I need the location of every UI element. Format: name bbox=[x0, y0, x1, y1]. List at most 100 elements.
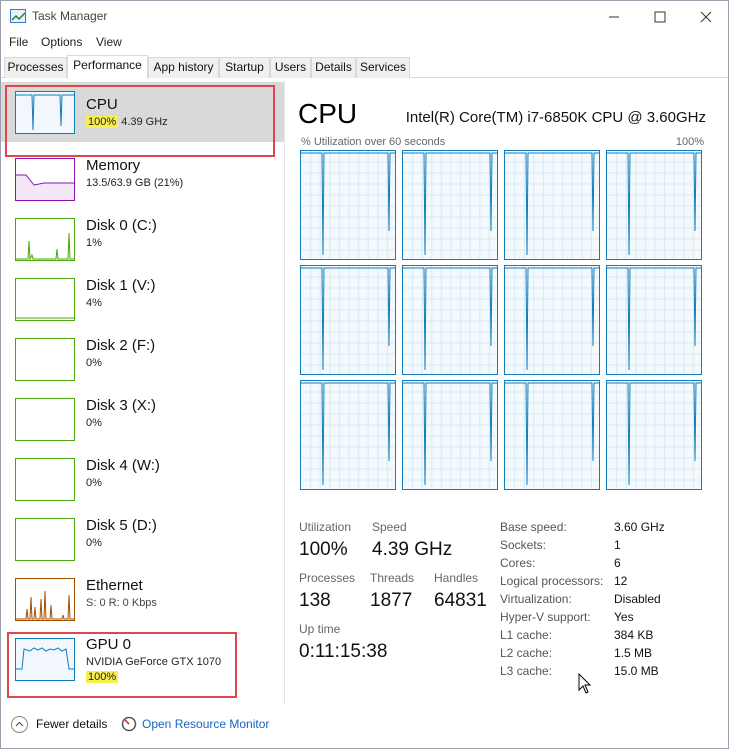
disk-graph-icon bbox=[15, 218, 75, 261]
tab-startup[interactable]: Startup bbox=[219, 57, 270, 78]
memory-graph-icon bbox=[15, 158, 75, 201]
sidebar-item-disk-5[interactable]: Disk 5 (D:) 0% bbox=[1, 502, 284, 562]
menu-file[interactable]: File bbox=[9, 35, 28, 49]
sidebar-item-value: S: 0 R: 0 Kbps bbox=[86, 597, 157, 609]
handles-value: 64831 bbox=[434, 590, 487, 611]
window-title: Task Manager bbox=[32, 9, 108, 23]
disk-graph-icon bbox=[15, 518, 75, 561]
sidebar-item-label: Memory bbox=[86, 157, 141, 174]
detail-value: 1.5 MB bbox=[614, 646, 653, 660]
sidebar-item-value: 0% bbox=[86, 357, 102, 369]
cpu-core-graph bbox=[300, 380, 396, 490]
chevron-up-icon[interactable] bbox=[11, 716, 28, 733]
open-resource-monitor-link[interactable]: Open Resource Monitor bbox=[142, 717, 269, 731]
sidebar-item-label: Disk 1 (V:) bbox=[86, 277, 156, 294]
annotation-box-gpu bbox=[7, 632, 237, 698]
sidebar-item-disk-3[interactable]: Disk 3 (X:) 0% bbox=[1, 382, 284, 442]
sidebar-item-value: 0% bbox=[86, 417, 102, 429]
cpu-core-graph bbox=[300, 265, 396, 375]
ethernet-graph-icon bbox=[15, 578, 75, 621]
detail-label: Cores: bbox=[500, 556, 536, 570]
sidebar-item-label: Disk 5 (D:) bbox=[86, 517, 157, 534]
speed-value: 4.39 GHz bbox=[372, 539, 453, 560]
detail-label: Logical processors: bbox=[500, 574, 604, 588]
utilization-value: 100% bbox=[299, 539, 348, 560]
cpu-core-graph bbox=[606, 150, 702, 260]
sidebar-item-value: 0% bbox=[86, 477, 102, 489]
cpu-core-graph bbox=[504, 380, 600, 490]
disk-graph-icon bbox=[15, 338, 75, 381]
resource-sidebar: CPU 100% 4.39 GHz Memory 13.5/63.9 GB (2… bbox=[1, 79, 285, 704]
sidebar-item-disk-4[interactable]: Disk 4 (W:) 0% bbox=[1, 442, 284, 502]
processes-label: Processes bbox=[299, 571, 356, 585]
cpu-core-graph bbox=[606, 380, 702, 490]
speed-label: Speed bbox=[372, 520, 407, 534]
cpu-core-graph bbox=[606, 265, 702, 375]
handles-label: Handles bbox=[434, 571, 479, 585]
sidebar-item-value: 13.5/63.9 GB (21%) bbox=[86, 177, 184, 189]
disk-graph-icon bbox=[15, 398, 75, 441]
graph-label: % Utilization over 60 seconds bbox=[301, 136, 446, 148]
detail-value: Disabled bbox=[614, 592, 661, 606]
detail-label: Sockets: bbox=[500, 538, 547, 552]
sidebar-item-value: 4% bbox=[86, 297, 102, 309]
cpu-core-graph bbox=[402, 265, 498, 375]
graph-max-label: 100% bbox=[675, 136, 704, 148]
annotation-box-cpu bbox=[5, 85, 275, 157]
disk-graph-icon bbox=[15, 458, 75, 501]
cpu-core-graph bbox=[504, 150, 600, 260]
cpu-core-graph bbox=[300, 150, 396, 260]
tab-users[interactable]: Users bbox=[270, 57, 311, 78]
detail-value: 12 bbox=[614, 574, 628, 588]
uptime-value: 0:11:15:38 bbox=[299, 641, 388, 662]
sidebar-item-label: Disk 0 (C:) bbox=[86, 217, 157, 234]
utilization-label: Utilization bbox=[299, 520, 352, 534]
sidebar-item-label: Disk 3 (X:) bbox=[86, 397, 157, 414]
detail-value: 1 bbox=[614, 538, 621, 552]
detail-label: Hyper-V support: bbox=[500, 610, 591, 624]
tab-details[interactable]: Details bbox=[311, 57, 356, 78]
sidebar-item-value: 1% bbox=[86, 237, 102, 249]
title-bar[interactable]: Task Manager bbox=[1, 1, 728, 32]
sidebar-item-disk-2[interactable]: Disk 2 (F:) 0% bbox=[1, 322, 284, 382]
tab-processes[interactable]: Processes bbox=[4, 57, 67, 78]
cpu-core-graph bbox=[402, 150, 498, 260]
detail-value: 6 bbox=[614, 556, 621, 570]
disk-graph-icon bbox=[15, 278, 75, 321]
mouse-cursor-icon bbox=[578, 673, 592, 694]
menu-options[interactable]: Options bbox=[41, 35, 82, 49]
task-manager-window: Task Manager File Options View Processes… bbox=[0, 0, 729, 749]
detail-label: L3 cache: bbox=[500, 664, 553, 678]
menu-bar: File Options View bbox=[1, 32, 728, 52]
resource-monitor-icon bbox=[121, 716, 137, 732]
tab-bar: Processes Performance App history Startu… bbox=[1, 55, 728, 79]
fewer-details-button[interactable]: Fewer details bbox=[36, 717, 107, 731]
cpu-detail-panel: CPU Intel(R) Core(TM) i7-6850K CPU @ 3.6… bbox=[286, 79, 728, 704]
uptime-label: Up time bbox=[299, 622, 341, 636]
close-button[interactable] bbox=[683, 1, 729, 32]
tab-app-history[interactable]: App history bbox=[148, 57, 219, 78]
detail-value: Yes bbox=[614, 610, 634, 624]
tab-services[interactable]: Services bbox=[356, 57, 410, 78]
processes-value: 138 bbox=[299, 590, 331, 611]
sidebar-item-ethernet[interactable]: Ethernet S: 0 R: 0 Kbps bbox=[1, 562, 284, 622]
sidebar-item-label: Disk 4 (W:) bbox=[86, 457, 160, 474]
detail-label: Base speed: bbox=[500, 520, 567, 534]
sidebar-item-value: 0% bbox=[86, 537, 102, 549]
minimize-button[interactable] bbox=[591, 1, 637, 32]
cpu-core-graph bbox=[504, 265, 600, 375]
detail-label: L2 cache: bbox=[500, 646, 553, 660]
cpu-core-graph bbox=[402, 380, 498, 490]
detail-label: L1 cache: bbox=[500, 628, 553, 642]
detail-label: Virtualization: bbox=[500, 592, 572, 606]
cpu-heading: CPU bbox=[298, 98, 358, 129]
sidebar-item-disk-0[interactable]: Disk 0 (C:) 1% bbox=[1, 202, 284, 262]
maximize-button[interactable] bbox=[637, 1, 683, 32]
threads-value: 1877 bbox=[370, 590, 413, 611]
detail-value: 15.0 MB bbox=[614, 664, 659, 678]
menu-view[interactable]: View bbox=[96, 35, 122, 49]
tab-performance[interactable]: Performance bbox=[67, 55, 148, 79]
sidebar-item-disk-1[interactable]: Disk 1 (V:) 4% bbox=[1, 262, 284, 322]
sidebar-item-label: Ethernet bbox=[86, 577, 143, 594]
cpu-model-name: Intel(R) Core(TM) i7-6850K CPU @ 3.60GHz bbox=[405, 109, 706, 126]
